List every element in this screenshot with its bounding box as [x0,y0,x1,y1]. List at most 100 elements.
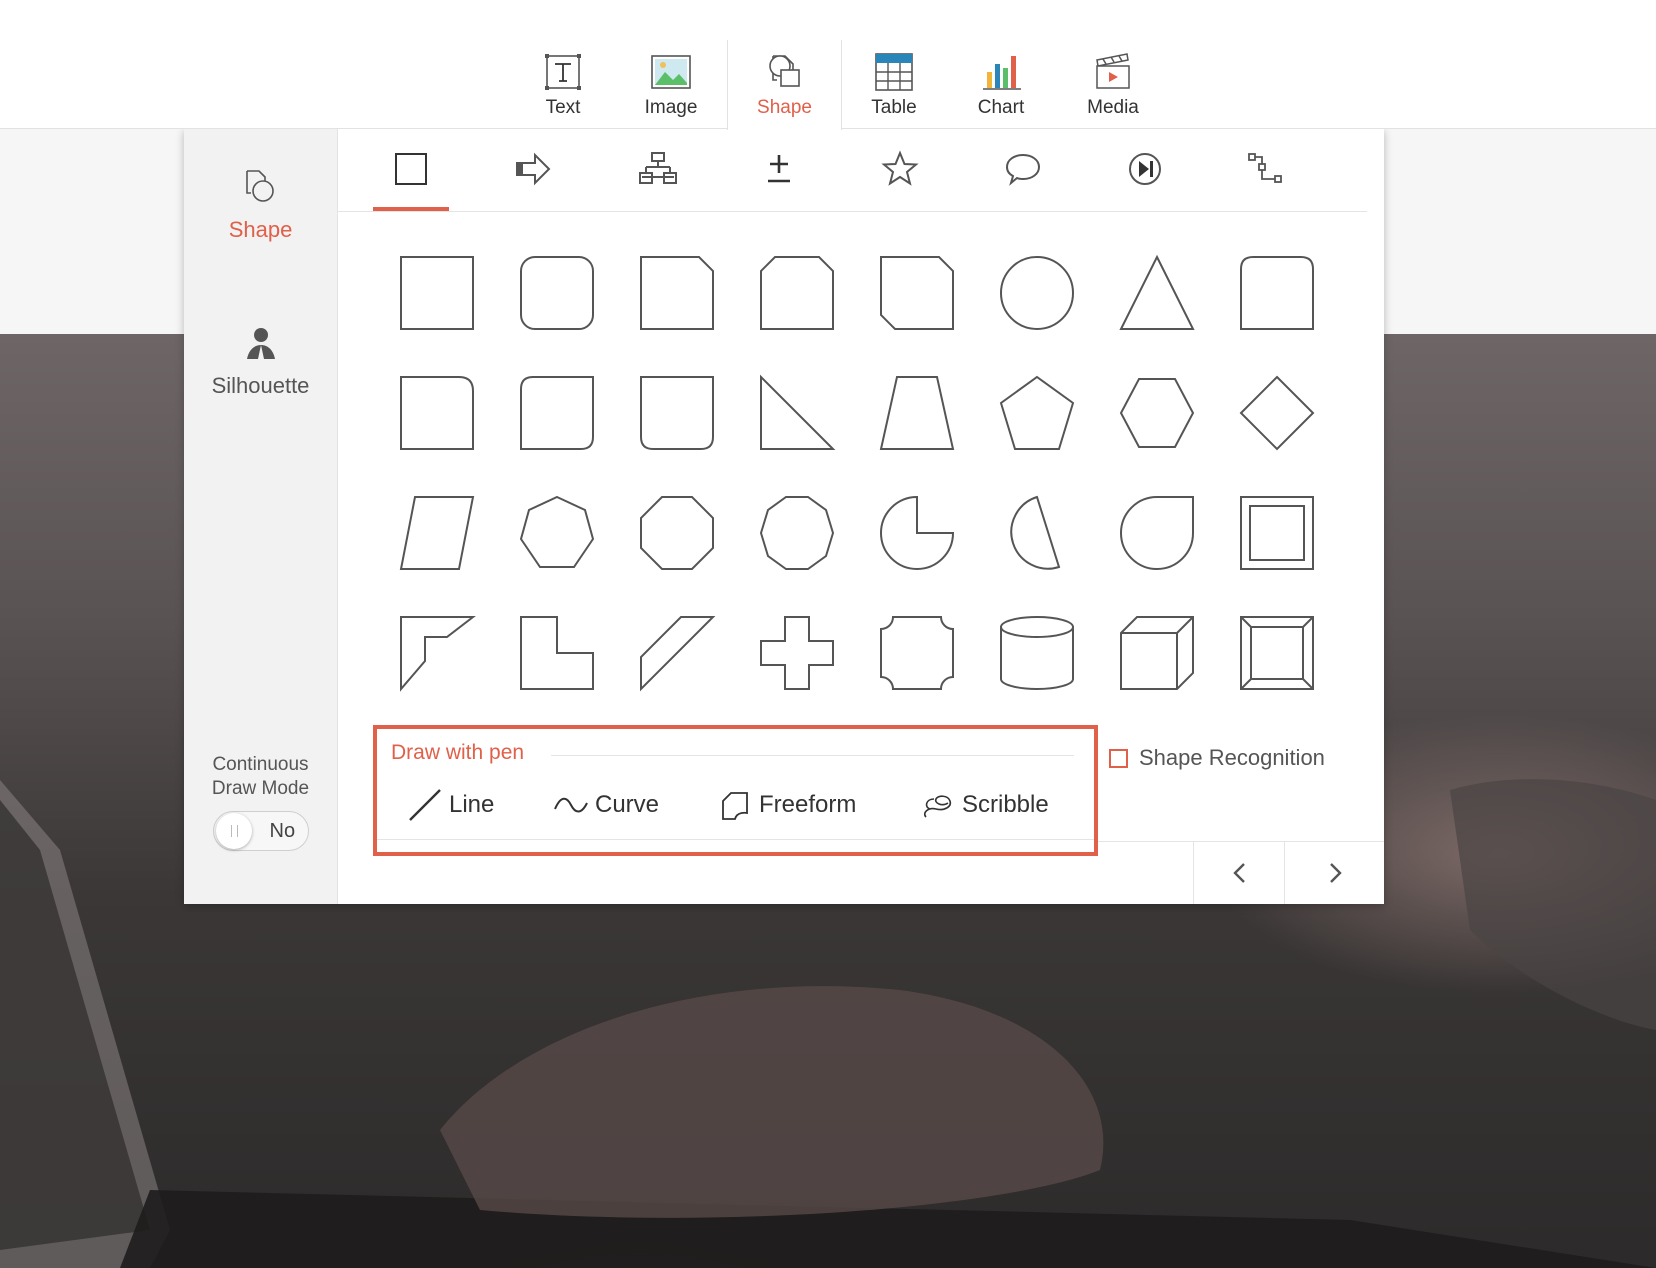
toolbar-image-button[interactable]: Image [623,40,719,128]
chart-icon [983,56,1021,90]
shape-round-corner-rectangle[interactable] [397,373,477,453]
toolbar-table-button[interactable]: Table [846,40,942,128]
toolbar-image-label: Image [644,97,698,118]
toolbar-chart-label: Chart [977,97,1025,118]
pen-curve-button[interactable]: Curve [553,785,659,825]
shape-round-diagonal-rectangle[interactable] [517,373,597,453]
shape-frame[interactable] [1237,493,1317,573]
snip-same-side-rectangle-icon [760,256,834,330]
sidebar-item-label: Silhouette [211,373,310,398]
shape-snip-corner-rectangle[interactable] [637,253,717,333]
sidebar-item-label: Shape [228,217,293,242]
shape-rounded-rectangle[interactable] [517,253,597,333]
oval-icon [1000,256,1074,330]
pen-scribble-button[interactable]: Scribble [920,785,1049,825]
connector-icon [1248,153,1282,183]
star-icon [881,150,919,186]
shape-recognition-checkbox[interactable] [1109,748,1128,768]
previous-page-button[interactable] [1193,841,1285,904]
tab-stars[interactable] [862,149,938,211]
pen-freeform-button[interactable]: Freeform [717,785,856,825]
plus-minus-icon [768,155,790,183]
round-single-corner-rectangle-icon [640,376,714,450]
frame-icon [1240,496,1314,570]
shape-l-shape[interactable] [517,613,597,693]
shape-snip-diagonal-rectangle[interactable] [877,253,957,333]
shape-bevel[interactable] [1237,613,1317,693]
continuous-draw-mode: Continuous Draw Mode No [184,753,337,851]
shape-octagon[interactable] [637,493,717,573]
pen-line-button[interactable]: Line [407,785,494,825]
block-arrow-icon [516,152,551,186]
shape-plaque[interactable] [877,613,957,693]
chevron-left-icon [1232,862,1245,883]
parallelogram-icon [399,496,475,570]
shape-cross[interactable] [757,613,837,693]
shape-panel-sidebar: Shape Silhouette Continuous Draw Mode No [184,129,338,904]
scribble-icon [923,795,952,818]
tab-action-buttons[interactable] [1107,149,1183,211]
toggle-knob[interactable] [215,813,252,849]
tab-flowchart[interactable] [620,149,696,211]
draw-with-pen-title: Draw with pen [391,741,525,764]
tab-block-arrows[interactable] [495,149,571,211]
shape-oval[interactable] [997,253,1077,333]
round-corner-rectangle-icon [400,376,474,450]
can-icon [1000,616,1074,690]
shape-pentagon[interactable] [997,373,1077,453]
shape-recognition-option[interactable]: Shape Recognition [1109,745,1325,771]
shape-recognition-label: Shape Recognition [1139,745,1325,770]
shape-heptagon[interactable] [517,493,597,573]
cross-icon [760,616,834,690]
divider [377,839,1094,840]
shape-parallelogram[interactable] [397,493,477,573]
next-page-button[interactable] [1284,841,1385,904]
silhouette-icon [246,328,275,361]
toolbar-media-button[interactable]: Media [1065,40,1161,128]
sidebar-item-silhouette[interactable]: Silhouette [184,323,337,399]
sidebar-item-shape[interactable]: Shape [184,167,337,243]
shape-half-frame[interactable] [397,613,477,693]
round-same-side-rectangle-icon [1240,256,1314,330]
shape-chord[interactable] [997,493,1077,573]
shape-right-triangle[interactable] [757,373,837,453]
toolbar-media-label: Media [1087,97,1139,118]
octagon-icon [640,496,714,570]
tab-basic-shapes[interactable] [373,149,449,211]
bevel-icon [1240,616,1314,690]
chord-icon [1010,495,1061,570]
shape-can[interactable] [997,613,1077,693]
pie-icon [880,495,955,570]
shape-isosceles-triangle[interactable] [1117,253,1197,333]
shape-diamond[interactable] [1237,373,1317,453]
shape-round-same-side-rectangle[interactable] [1237,253,1317,333]
insert-toolbar: Text Image Shape Table Chart Media [0,0,1656,130]
shape-rectangle[interactable] [397,253,477,333]
plaque-icon [880,616,954,690]
toolbar-text-button[interactable]: Text [515,40,611,128]
pentagon-icon [999,375,1075,450]
shape-trapezoid[interactable] [877,373,957,453]
pen-line-label: Line [449,791,495,818]
toolbar-chart-button[interactable]: Chart [953,40,1049,128]
continuous-draw-toggle[interactable]: No [212,811,309,851]
tab-callouts[interactable] [985,149,1061,211]
toolbar-table-label: Table [871,97,917,118]
square-icon [395,153,427,185]
shape-decagon[interactable] [757,493,837,573]
shape-snip-same-side-rectangle[interactable] [757,253,837,333]
heptagon-icon [519,495,595,568]
shape-pie[interactable] [877,493,957,573]
shape-teardrop[interactable] [1117,493,1197,573]
shape-round-single-corner-rectangle[interactable] [637,373,717,453]
hexagon-icon [1119,378,1195,448]
tab-equation-shapes[interactable] [741,149,817,211]
snip-corner-rectangle-icon [640,256,714,330]
tab-connectors[interactable] [1227,149,1303,211]
shape-hexagon[interactable] [1117,373,1197,453]
shape-icon [245,170,274,202]
pen-scribble-label: Scribble [962,791,1049,818]
shape-cube[interactable] [1117,613,1197,693]
toolbar-shape-button[interactable]: Shape [727,40,842,130]
shape-diagonal-stripe[interactable] [637,613,717,693]
